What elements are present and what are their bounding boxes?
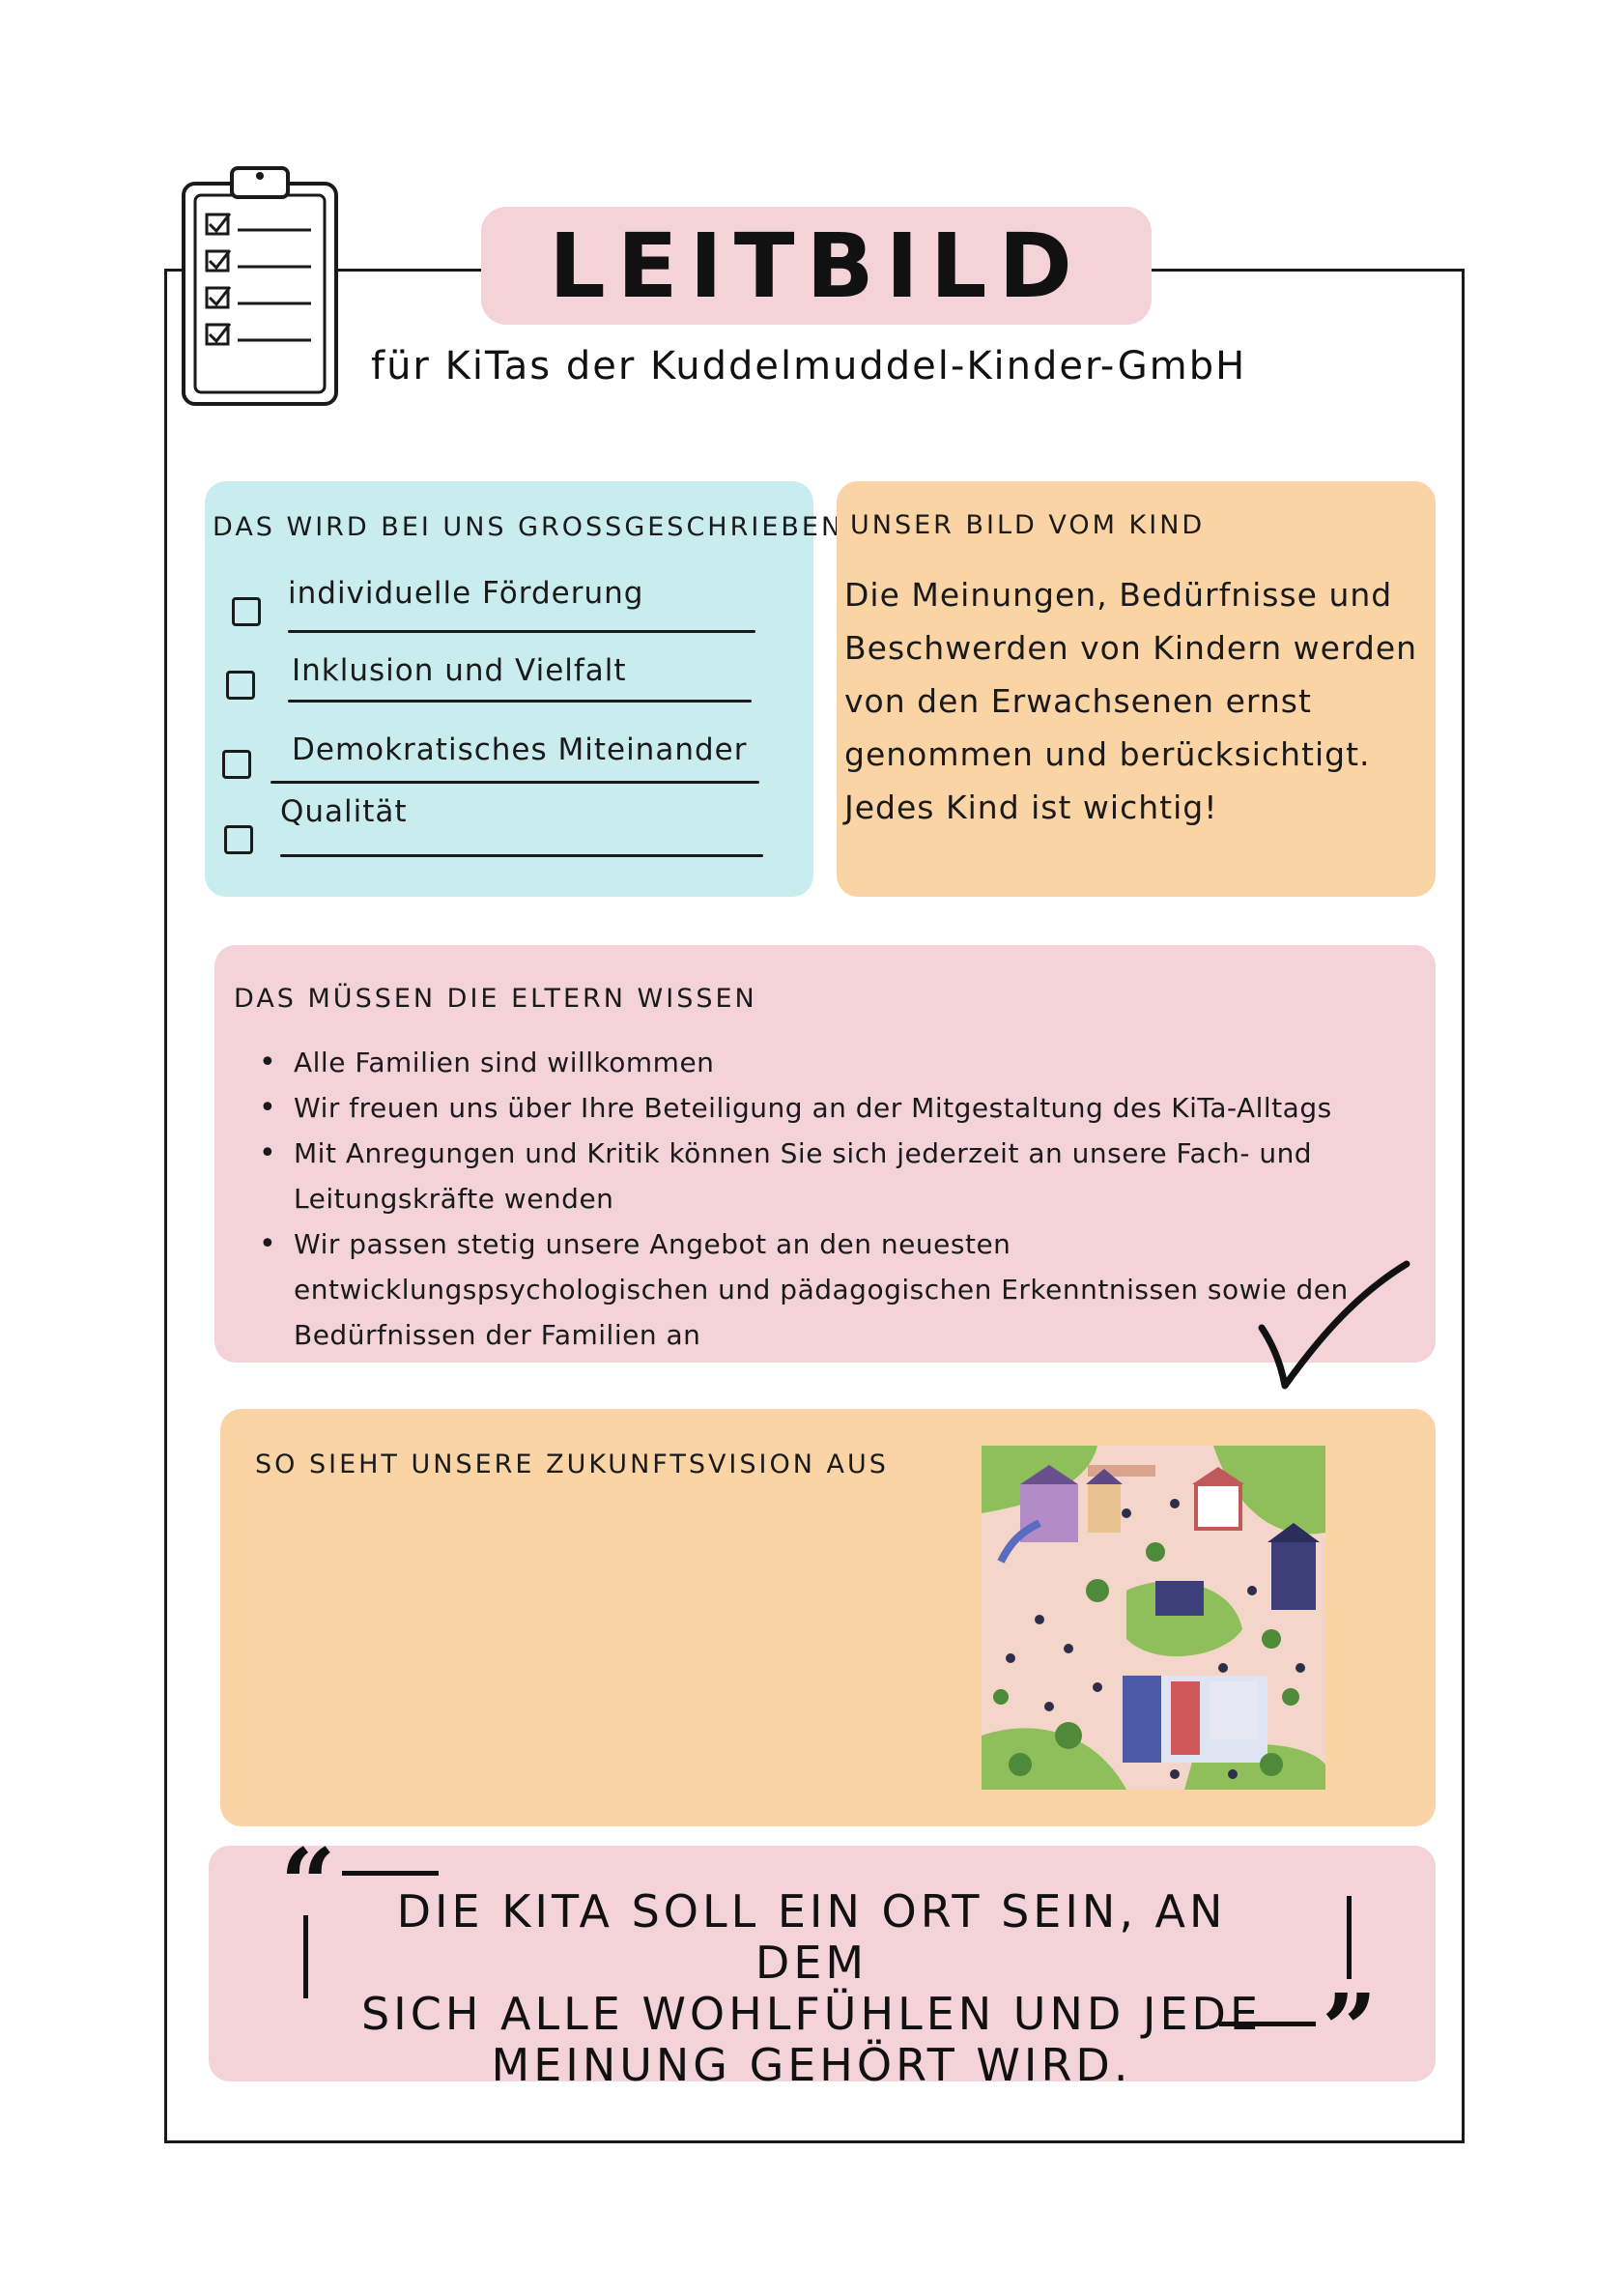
value-item-label: individuelle Förderung [288, 576, 644, 611]
checkmark-icon [1258, 1260, 1410, 1390]
quote-rule [1347, 1896, 1352, 1979]
close-quote-icon: ” [1322, 1972, 1378, 2086]
quote-line: MEINUNG GEHÖRT WIRD. [491, 2039, 1132, 2091]
vision-heading: SO SIEHT UNSERE ZUKUNFTSVISION AUS [255, 1449, 889, 1479]
list-item: Wir passen stetig unsere Angebot an den … [259, 1221, 1409, 1358]
parents-heading: DAS MÜSSEN DIE ELTERN WISSEN [234, 984, 757, 1014]
checkbox[interactable] [224, 825, 253, 854]
closing-quote: DIE KITA SOLL EIN ORT SEIN, AN DEM SICH … [348, 1886, 1275, 2091]
value-item-label: Inklusion und Vielfalt [292, 653, 627, 688]
list-item: Alle Familien sind willkommen [259, 1040, 1409, 1085]
child-text-line: Beschwerden von Kindern werden [844, 629, 1418, 667]
list-item: Wir freuen uns über Ihre Beteiligung an … [259, 1085, 1409, 1131]
quote-rule [1219, 2022, 1316, 2026]
writing-line [280, 854, 763, 857]
values-box [205, 481, 813, 897]
checkbox[interactable] [232, 597, 261, 626]
writing-line [270, 781, 759, 784]
child-text: Die Meinungen, Bedürfnisse und Beschwerd… [844, 568, 1424, 834]
title-banner: LEITBILD [481, 207, 1152, 325]
quote-rule [342, 1871, 439, 1876]
city-park-illustration [982, 1446, 1325, 1790]
checkbox[interactable] [222, 750, 251, 779]
values-heading: DAS WIRD BEI UNS GROSSGESCHRIEBEN [213, 512, 844, 542]
writing-line [288, 630, 755, 633]
child-text-line: von den Erwachsenen ernst [844, 682, 1312, 720]
quote-line: SICH ALLE WOHLFÜHLEN UND JEDE [360, 1988, 1263, 2040]
parents-bullet-list: Alle Familien sind willkommen Wir freuen… [259, 1040, 1409, 1358]
writing-line [288, 700, 752, 703]
checkbox[interactable] [226, 671, 255, 700]
child-text-line: Die Meinungen, Bedürfnisse und [844, 576, 1393, 614]
quote-rule [303, 1915, 308, 1998]
child-heading: UNSER BILD VOM KIND [850, 510, 1206, 540]
page-subtitle: für KiTas der Kuddelmuddel-Kinder-GmbH [365, 344, 1253, 388]
value-item-label: Qualität [280, 794, 408, 829]
child-text-line: genommen und berücksichtigt. [844, 735, 1371, 773]
quote-line: DIE KITA SOLL EIN ORT SEIN, AN DEM [396, 1885, 1227, 1989]
value-item-label: Demokratisches Miteinander [292, 732, 748, 767]
page-title: LEITBILD [549, 214, 1084, 318]
clipboard-checklist-icon [182, 166, 338, 406]
child-text-line: Jedes Kind ist wichtig! [844, 789, 1218, 826]
list-item: Mit Anregungen und Kritik können Sie sic… [259, 1131, 1409, 1221]
